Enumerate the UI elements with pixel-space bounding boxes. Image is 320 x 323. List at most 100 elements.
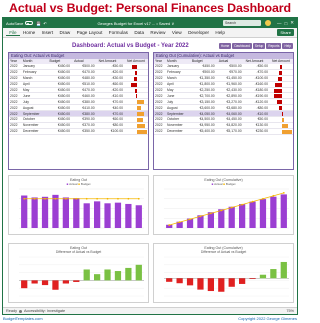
net-data-bar bbox=[135, 88, 137, 93]
chart-plot bbox=[19, 256, 144, 297]
chart-difference[interactable]: Eating Out Difference of Actual vs Budge… bbox=[8, 243, 149, 303]
point-budget bbox=[220, 209, 223, 212]
net-data-bar bbox=[278, 70, 282, 75]
bar-difference bbox=[104, 269, 111, 281]
table-cell: €5,170.00 bbox=[217, 128, 245, 135]
table-cell: €230.00 bbox=[244, 128, 271, 135]
bar-actual bbox=[125, 203, 132, 228]
bar-actual bbox=[83, 203, 90, 228]
home-button[interactable]: Home bbox=[218, 42, 232, 49]
net-data-bar bbox=[137, 106, 141, 111]
undo-icon[interactable]: ↶ bbox=[43, 21, 46, 26]
net-data-bar bbox=[277, 76, 282, 81]
tab-view[interactable]: View bbox=[169, 30, 185, 35]
point-budget bbox=[199, 215, 202, 218]
point-budget bbox=[137, 197, 140, 200]
search-input[interactable]: Search bbox=[223, 20, 261, 26]
tab-formulas[interactable]: Formulas bbox=[106, 30, 132, 35]
excel-window: AutoSave 💾 ↶ Georges Budget for Excel v1… bbox=[2, 17, 298, 315]
help-button[interactable]: Help bbox=[282, 42, 293, 49]
share-button[interactable]: Share bbox=[277, 29, 294, 36]
bar-difference bbox=[31, 280, 38, 284]
tab-review[interactable]: Review bbox=[147, 30, 168, 35]
chart-difference-cumulative[interactable]: Eating Out (Cumulative) Difference of Ac… bbox=[153, 243, 294, 303]
bar-difference bbox=[270, 269, 277, 279]
title-bar: AutoSave 💾 ↶ Georges Budget for Excel v1… bbox=[3, 18, 297, 28]
net-data-bar bbox=[273, 94, 282, 99]
bar-actual bbox=[239, 204, 246, 228]
net-data-bar bbox=[279, 64, 282, 69]
data-table: Year Month Budget Actual Net Amount Net Amoun… bbox=[9, 59, 148, 135]
chart-eating-out[interactable]: Eating Out ■ Actual ■ Budget bbox=[8, 175, 149, 235]
bar-actual bbox=[94, 201, 101, 228]
avatar[interactable] bbox=[265, 20, 271, 26]
minimize-icon[interactable]: — bbox=[277, 21, 282, 26]
bar-actual bbox=[207, 212, 214, 228]
chart-legend: ■ Actual ■ Budget bbox=[66, 182, 91, 186]
tab-insert[interactable]: Insert bbox=[38, 30, 56, 35]
table-cell: €5,400.00 bbox=[190, 128, 218, 135]
bar-actual bbox=[135, 205, 142, 228]
bar-difference bbox=[249, 278, 256, 279]
bar-difference bbox=[166, 278, 173, 282]
close-icon[interactable]: ✕ bbox=[290, 20, 294, 26]
bar-actual bbox=[21, 195, 28, 228]
tab-help[interactable]: Help bbox=[212, 30, 228, 35]
chart-subtitle: Difference of Actual vs Budget bbox=[55, 250, 102, 254]
tab-page-layout[interactable]: Page Layout bbox=[73, 30, 105, 35]
dashboard-button[interactable]: Dashboard bbox=[232, 42, 252, 49]
point-budget bbox=[230, 206, 233, 209]
file-name[interactable]: Georges Budget for Excel v17 ... • Saved… bbox=[49, 21, 223, 26]
tab-developer[interactable]: Developer bbox=[185, 30, 212, 35]
bar-actual bbox=[31, 197, 38, 228]
bar-difference bbox=[218, 278, 225, 292]
autosave-toggle[interactable] bbox=[25, 21, 34, 25]
point-budget bbox=[75, 197, 78, 200]
point-budget bbox=[23, 197, 26, 200]
worksheet[interactable]: Dashboard: Actual vs Budget - Year 2022 … bbox=[3, 38, 297, 308]
bar-actual bbox=[249, 201, 256, 228]
net-data-bar bbox=[137, 129, 147, 134]
legend-actual: Actual bbox=[69, 182, 78, 186]
net-data-bar bbox=[282, 129, 292, 134]
zoom-level[interactable]: 75% bbox=[286, 309, 294, 313]
net-bar-cell bbox=[126, 128, 148, 135]
tab-data[interactable]: Data bbox=[131, 30, 147, 35]
point-budget bbox=[44, 197, 46, 200]
status-accessibility[interactable]: Accessibility: Investigate bbox=[24, 309, 65, 313]
footer-left-link[interactable]: BudgetTemplates.com bbox=[3, 316, 43, 321]
net-bar-cell bbox=[271, 128, 293, 135]
bar-actual bbox=[259, 199, 267, 228]
legend-budget: Budget bbox=[225, 182, 236, 186]
footer-copyright: Copyright 2022 George Gimenes bbox=[238, 316, 297, 321]
reports-button[interactable]: Reports bbox=[266, 42, 282, 49]
bar-difference bbox=[125, 267, 132, 281]
tab-draw[interactable]: Draw bbox=[56, 30, 73, 35]
tab-file[interactable]: File bbox=[6, 30, 20, 36]
bar-difference bbox=[52, 280, 59, 290]
point-budget bbox=[241, 203, 244, 206]
maximize-icon[interactable]: □ bbox=[285, 21, 288, 26]
table-cell: €350.00 bbox=[73, 128, 98, 135]
bar-actual bbox=[114, 202, 122, 228]
bar-difference bbox=[94, 274, 101, 281]
net-data-bar bbox=[137, 118, 143, 123]
point-budget bbox=[96, 197, 99, 200]
save-icon[interactable]: 💾 bbox=[36, 21, 41, 26]
setup-button[interactable]: Setup bbox=[252, 42, 266, 49]
ribbon-tabs: File Home Insert Draw Page Layout Formulas Dat… bbox=[3, 28, 297, 38]
bar-difference bbox=[135, 264, 142, 281]
bar-difference bbox=[239, 278, 246, 284]
bar-difference bbox=[114, 271, 122, 281]
table-row: 2022 December €450.00 €350.00 €100.00 bbox=[9, 128, 148, 135]
bar-difference bbox=[228, 278, 235, 287]
bar-actual bbox=[104, 203, 111, 228]
bar-difference bbox=[197, 278, 204, 290]
bar-difference bbox=[21, 280, 28, 289]
tab-home[interactable]: Home bbox=[20, 30, 39, 35]
table-cell: December bbox=[166, 128, 191, 135]
net-data-bar bbox=[276, 100, 282, 105]
data-table: Year Month Budget Actual Net Amount Net Amoun… bbox=[154, 59, 293, 135]
chart-eating-out-cumulative[interactable]: Eating Out (Cumulative) ■ Actual ■ Budge… bbox=[153, 175, 294, 235]
table-row: 2022 December €5,400.00 €5,170.00 €230.00 bbox=[154, 128, 293, 135]
